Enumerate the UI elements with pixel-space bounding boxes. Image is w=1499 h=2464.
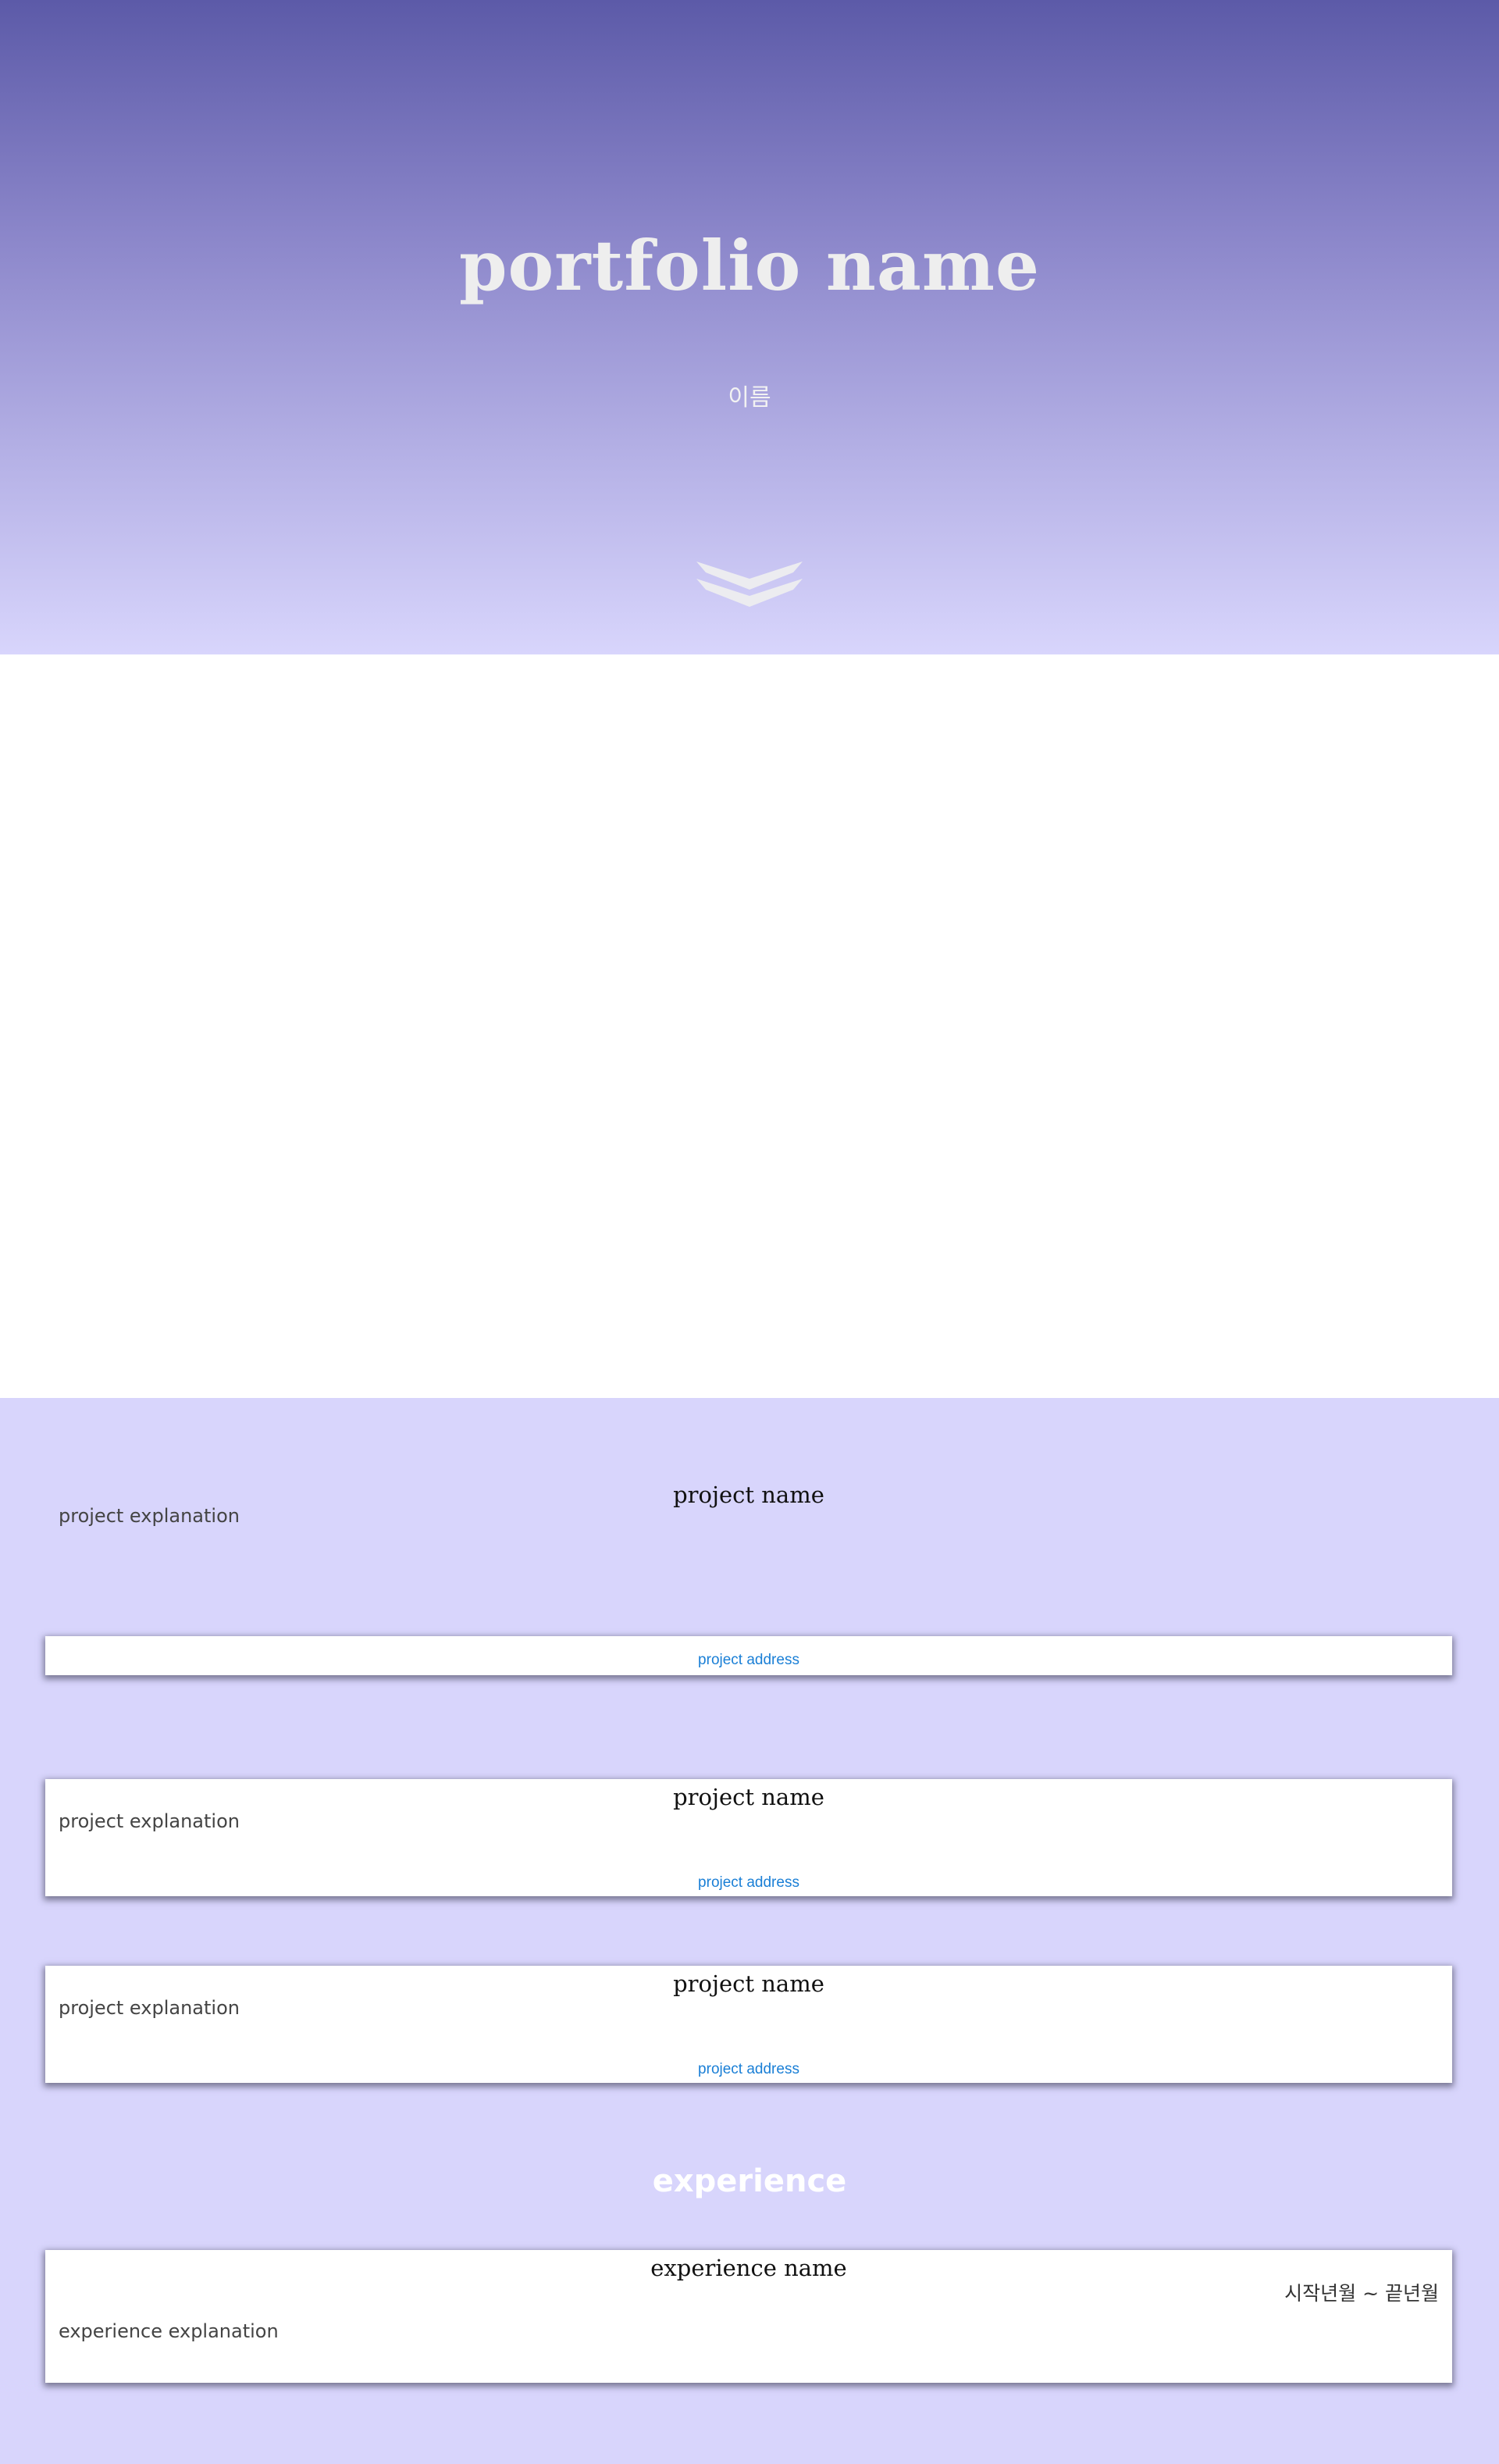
project-card: project name project explanation project… bbox=[45, 1966, 1452, 2083]
experience-explanation: experience explanation bbox=[59, 2320, 279, 2342]
project-card: project name project explanation project… bbox=[45, 1779, 1452, 1896]
experience-heading: experience bbox=[652, 2163, 847, 2199]
blank-section bbox=[0, 654, 1499, 1398]
portfolio-owner-name: 이름 bbox=[728, 384, 771, 412]
experience-period: 시작년월 ~ 끝년월 bbox=[1284, 2282, 1439, 2305]
hero-section: portfolio name 이름 bbox=[0, 0, 1499, 654]
experience-name: experience name bbox=[650, 2255, 847, 2281]
project-name: project name bbox=[673, 1970, 824, 1997]
project-explanation: project explanation bbox=[59, 1505, 240, 1527]
project-card: project name project explanation project… bbox=[45, 1482, 1452, 1675]
project-name: project name bbox=[673, 1482, 824, 1508]
content-section: project name project explanation project… bbox=[0, 1398, 1499, 2464]
project-address-link[interactable]: project address bbox=[45, 1874, 1452, 1892]
project-explanation: project explanation bbox=[59, 1997, 240, 2019]
experience-card: experience name 시작년월 ~ 끝년월 experience ex… bbox=[45, 2250, 1452, 2383]
scroll-down-button[interactable] bbox=[693, 558, 806, 610]
double-chevron-down-icon bbox=[696, 562, 803, 607]
portfolio-title: portfolio name bbox=[458, 225, 1041, 306]
project-address-link[interactable]: project address bbox=[45, 1651, 1452, 1670]
project-explanation: project explanation bbox=[59, 1810, 240, 1832]
project-address-link[interactable]: project address bbox=[45, 2060, 1452, 2079]
project-name: project name bbox=[673, 1784, 824, 1810]
